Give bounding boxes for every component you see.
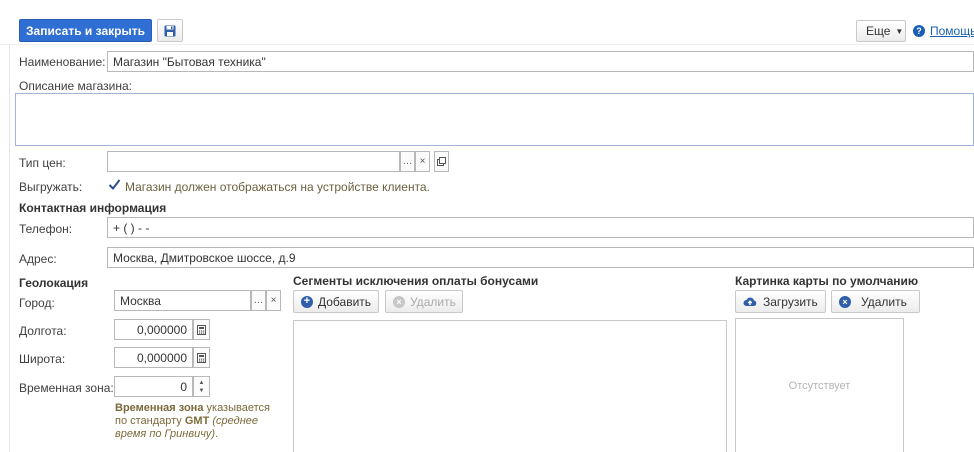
name-input[interactable]: Магазин "Бытовая техника" — [107, 51, 974, 72]
latitude-input[interactable]: 0,000000 — [114, 347, 193, 368]
timezone-value: 0 — [180, 380, 187, 394]
price-type-label: Тип цен: — [19, 156, 66, 170]
address-label: Адрес: — [19, 252, 57, 266]
phone-label: Телефон: — [19, 222, 73, 236]
chevron-down-icon: ▼ — [895, 26, 904, 36]
segments-add-label: Добавить — [318, 294, 372, 309]
longitude-value: 0,000000 — [136, 323, 187, 337]
floppy-disk-icon — [164, 25, 176, 36]
longitude-calculator-button[interactable] — [193, 319, 210, 340]
segments-heading: Сегменты исключения оплаты бонусами — [293, 274, 539, 288]
toolbar-divider — [0, 44, 974, 45]
contact-info-heading: Контактная информация — [19, 201, 167, 215]
phone-input[interactable]: + ( ) - - — [107, 217, 974, 238]
price-type-clear-button[interactable]: × — [415, 151, 430, 172]
more-menu-label: Еще — [866, 24, 891, 38]
map-image-heading: Картинка карты по умолчанию — [735, 274, 919, 288]
plus-circle-icon: + — [301, 295, 313, 308]
price-type-input[interactable] — [107, 151, 400, 172]
timezone-label: Временная зона: — [19, 381, 114, 395]
segments-list[interactable] — [293, 320, 727, 452]
map-image-placeholder[interactable]: Отсутствует — [735, 318, 904, 452]
cloud-upload-icon — [743, 297, 757, 306]
timezone-hint-text-1: указывается — [203, 402, 270, 414]
description-label: Описание магазина: — [19, 79, 132, 93]
help-icon: ? — [913, 25, 925, 37]
save-and-close-button[interactable]: Записать и закрыть — [19, 19, 152, 42]
spin-up-icon: ▲ — [198, 379, 205, 386]
segments-delete-label: Удалить — [410, 294, 456, 309]
description-textarea[interactable] — [15, 93, 974, 146]
segments-add-button[interactable]: + Добавить — [293, 290, 379, 313]
map-upload-button[interactable]: Загрузить — [735, 290, 826, 313]
geolocation-heading: Геолокация — [19, 276, 89, 290]
address-input[interactable]: Москва, Дмитровское шоссе, д.9 — [107, 247, 974, 268]
latitude-calculator-button[interactable] — [193, 347, 210, 368]
latitude-label: Широта: — [19, 352, 66, 366]
save-and-close-label: Записать и закрыть — [26, 23, 145, 38]
city-label: Город: — [19, 296, 55, 310]
spin-down-icon: ▼ — [198, 387, 205, 394]
calculator-icon — [197, 352, 206, 363]
map-upload-label: Загрузить — [763, 294, 818, 309]
name-label: Наименование: — [19, 55, 106, 69]
timezone-hint: Временная зона указывается по стандарту … — [115, 402, 285, 441]
calculator-icon — [197, 324, 206, 335]
map-delete-label: Удалить — [861, 294, 907, 309]
export-label: Выгружать: — [19, 180, 83, 194]
open-window-icon — [437, 157, 446, 166]
longitude-input[interactable]: 0,000000 — [114, 319, 193, 340]
timezone-hint-bold: Временная зона — [115, 402, 204, 414]
help-link[interactable]: ? Помощь — [913, 24, 974, 38]
city-input[interactable]: Москва — [114, 290, 251, 311]
latitude-value: 0,000000 — [136, 351, 187, 365]
price-type-select-button[interactable]: … — [400, 151, 415, 172]
map-delete-button[interactable]: × Удалить — [831, 290, 920, 313]
timezone-hint-gmt: GMT — [184, 415, 210, 427]
left-panel-border — [9, 44, 10, 452]
export-checkbox-label[interactable]: Магазин должен отображаться на устройств… — [125, 180, 430, 194]
delete-circle-icon: × — [393, 295, 405, 308]
export-checkbox[interactable] — [107, 177, 121, 191]
segments-delete-button[interactable]: × Удалить — [385, 290, 463, 313]
price-type-open-button[interactable] — [434, 151, 449, 172]
save-button[interactable] — [157, 19, 183, 42]
city-clear-button[interactable]: × — [266, 290, 281, 311]
map-image-empty-text: Отсутствует — [788, 379, 851, 392]
delete-circle-icon: × — [839, 295, 851, 308]
timezone-hint-end: . — [215, 428, 219, 440]
timezone-hint-text-2: по стандарту — [115, 415, 185, 427]
timezone-spinner[interactable]: ▲ ▼ — [193, 376, 210, 397]
city-select-button[interactable]: … — [251, 290, 266, 311]
timezone-input[interactable]: 0 — [114, 376, 193, 397]
more-menu-button[interactable]: Еще ▼ — [856, 20, 906, 42]
help-label: Помощь — [930, 24, 974, 38]
longitude-label: Долгота: — [19, 324, 67, 338]
checkmark-icon — [108, 178, 120, 190]
